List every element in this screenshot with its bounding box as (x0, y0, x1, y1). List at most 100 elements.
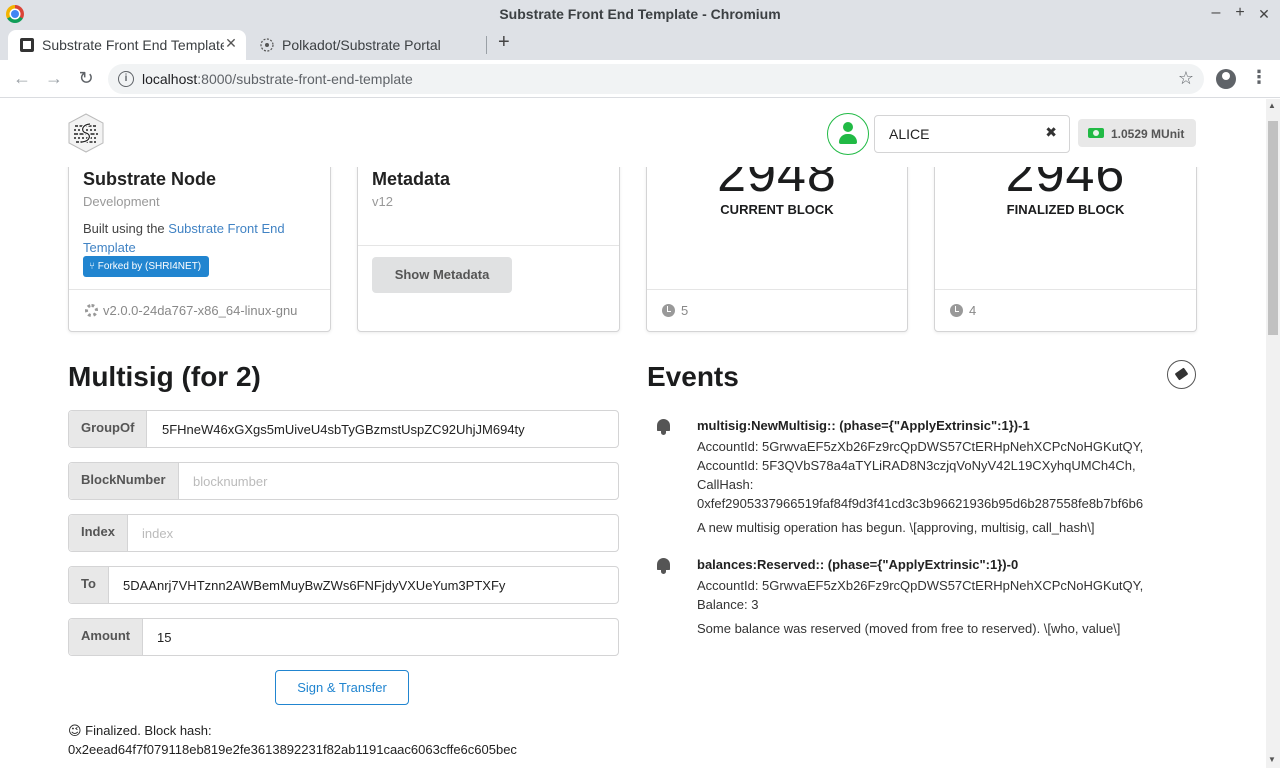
forked-by-button[interactable]: ⑂ Forked by (SHRI4NET) (83, 256, 210, 277)
event-title: balances:Reserved:: (phase={"ApplyExtrin… (697, 557, 1019, 572)
forward-icon[interactable]: → (43, 68, 65, 89)
event-item: multisig:NewMultisig:: (phase={"ApplyExt… (646, 418, 1206, 540)
back-icon[interactable]: ← (11, 68, 33, 89)
profile-avatar-icon[interactable] (1216, 69, 1236, 89)
metadata-card: Metadata v12 Show Metadata (357, 139, 620, 332)
event-data-line: 0xfef2905337966519faf84f9d3f41cd3c3b9662… (697, 496, 1144, 511)
close-tab-icon[interactable]: ✕ (222, 35, 240, 52)
reload-icon[interactable]: ↻ (75, 68, 97, 89)
tab-substrate-front-end[interactable]: Substrate Front End Template ✕ (8, 30, 246, 60)
clear-account-icon[interactable]: ✖ (1045, 124, 1057, 141)
minimize-icon[interactable]: – (1206, 4, 1226, 22)
bookmark-star-icon[interactable]: ☆ (1178, 68, 1194, 89)
index-label: Index (69, 515, 128, 551)
event-data-line: AccountId: 5F3QVbS78a4aTYLiRAD8N3czjqVoN… (697, 458, 1136, 473)
selected-account: ALICE (889, 126, 930, 142)
event-description: Some balance was reserved (moved from fr… (697, 621, 1121, 636)
window-titlebar: Substrate Front End Template - Chromium … (0, 0, 1280, 28)
scroll-up-icon[interactable]: ▲ (1268, 101, 1276, 110)
tab-separator (486, 36, 487, 54)
user-icon-body (839, 134, 857, 144)
event-data-line: AccountId: 5GrwvaEF5zXb26Fz9rcQpDWS57CtE… (697, 578, 1144, 593)
close-window-icon[interactable]: ✕ (1254, 6, 1274, 23)
group-of-label: GroupOf (69, 411, 148, 447)
group-of-input[interactable] (148, 411, 618, 447)
wink-emoji-icon: 😉 (68, 723, 82, 738)
account-avatar-icon[interactable] (827, 113, 869, 155)
tab-label: Substrate Front End Template (42, 37, 224, 53)
tab-strip: Substrate Front End Template ✕ Polkadot/… (0, 28, 1280, 60)
substrate-favicon-icon (20, 38, 34, 52)
amount-field: Amount (68, 618, 619, 656)
eraser-icon[interactable] (1167, 360, 1196, 389)
amount-label: Amount (69, 619, 144, 655)
balance-label: 1.0529 MUnit (1078, 119, 1196, 147)
block-number-input[interactable] (179, 463, 618, 499)
money-icon (1088, 128, 1104, 138)
current-block-timer: 5 (681, 303, 689, 318)
block-number-label: BlockNumber (69, 463, 179, 499)
tx-status: 😉 Finalized. Block hash: 0x2eead64f7f079… (68, 721, 517, 759)
clock-icon (950, 304, 963, 317)
finalized-block-footer: 4 (935, 289, 1196, 331)
node-title: Substrate Node (83, 169, 217, 189)
tx-status-text: Finalized. Block hash: (81, 723, 212, 738)
bell-icon (656, 557, 671, 574)
scroll-thumb[interactable] (1268, 121, 1278, 335)
node-description: Built using the Substrate Front End Temp… (83, 219, 313, 257)
substrate-logo-icon[interactable] (68, 113, 104, 153)
current-block-label: CURRENT BLOCK (720, 202, 834, 217)
address-bar[interactable]: i localhost:8000/substrate-front-end-tem… (108, 64, 1204, 94)
node-info-card: Substrate Node Development Built using t… (68, 139, 331, 332)
amount-input[interactable] (143, 619, 618, 655)
events-title: Events (647, 361, 739, 392)
sign-transfer-button[interactable]: Sign & Transfer (275, 670, 409, 705)
finalized-block-timer: 4 (969, 303, 977, 318)
balance-amount: 1.0529 MUnit (1111, 127, 1185, 141)
event-data: AccountId: 5GrwvaEF5zXb26Fz9rcQpDWS57CtE… (697, 576, 1143, 614)
tab-polkadot-portal[interactable]: Polkadot/Substrate Portal (248, 30, 486, 60)
multisig-title: Multisig (for 2) (68, 361, 261, 392)
event-item: balances:Reserved:: (phase={"ApplyExtrin… (646, 557, 1206, 639)
event-data: AccountId: 5GrwvaEF5zXb26Fz9rcQpDWS57CtE… (697, 437, 1143, 513)
to-label: To (69, 567, 109, 603)
new-tab-button[interactable]: + (498, 31, 510, 54)
url-text[interactable]: localhost:8000/substrate-front-end-templ… (142, 71, 413, 87)
page-scrollbar[interactable]: ▲ ▼ (1266, 99, 1280, 768)
node-version-footer: v2.0.0-24da767-x86_64-linux-gnu (69, 289, 330, 331)
metadata-version: v12 (372, 194, 393, 209)
site-info-icon[interactable]: i (118, 71, 134, 87)
url-host: localhost (142, 71, 198, 87)
gear-icon (85, 304, 98, 317)
show-metadata-button[interactable]: Show Metadata (372, 257, 512, 293)
forked-by-label: Forked by (SHRI4NET) (97, 261, 202, 272)
node-version: v2.0.0-24da767-x86_64-linux-gnu (103, 303, 298, 318)
tab-label: Polkadot/Substrate Portal (282, 37, 441, 53)
event-data-line: CallHash: (697, 477, 754, 492)
git-branch-icon: ⑂ (89, 261, 98, 272)
node-description-text: Built using the (83, 221, 169, 236)
scroll-down-icon[interactable]: ▼ (1268, 755, 1276, 764)
event-data-line: Balance: 3 (697, 597, 759, 612)
tx-block-hash: 0x2eead64f7f079118eb819e2fe3613892231f82… (68, 742, 517, 757)
maximize-icon[interactable]: + (1230, 4, 1250, 22)
page-viewport: Substrate Node Development Built using t… (0, 99, 1266, 768)
bell-icon (656, 418, 671, 435)
index-input[interactable] (128, 515, 618, 551)
top-menu: ALICE ✖ 1.0529 MUnit (0, 99, 1266, 167)
clock-icon (662, 304, 675, 317)
to-field: To (68, 566, 619, 604)
to-input[interactable] (109, 567, 618, 603)
current-block-footer: 5 (647, 289, 907, 331)
finalized-block-card: 2946 FINALIZED BLOCK 4 (934, 139, 1197, 332)
polkadot-favicon-icon (260, 38, 274, 52)
user-icon-head (843, 122, 853, 132)
browser-menu-icon[interactable]: ⋮ (1250, 67, 1268, 88)
browser-toolbar: ← → ↻ i localhost:8000/substrate-front-e… (0, 60, 1280, 98)
current-block-card: 2948 CURRENT BLOCK 5 (646, 139, 908, 332)
account-select[interactable]: ALICE ✖ (874, 115, 1070, 153)
tx-status-line: 😉 Finalized. Block hash: (68, 721, 517, 740)
event-title: multisig:NewMultisig:: (phase={"ApplyExt… (697, 418, 1030, 433)
event-description: A new multisig operation has begun. \[ap… (697, 520, 1095, 535)
url-path: :8000/substrate-front-end-template (197, 71, 413, 87)
